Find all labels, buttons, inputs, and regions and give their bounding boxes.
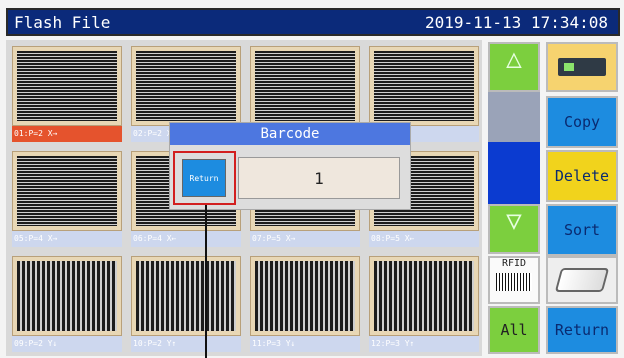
file-tile[interactable]: 09:P=2 Y↓ [12, 256, 122, 352]
file-tile[interactable]: 01:P=2 X→ [12, 46, 122, 142]
file-thumbnail[interactable] [12, 151, 122, 231]
sort-label: Sort [563, 221, 601, 239]
file-tile[interactable]: 05:P=4 X→ [12, 151, 122, 247]
return-label: Return [554, 321, 610, 339]
file-caption: 05:P=4 X→ [12, 231, 122, 247]
highlight-box [173, 151, 236, 205]
scroll-up-button[interactable]: △ [488, 42, 540, 92]
file-caption: 06:P=4 X← [131, 231, 241, 247]
usb-drive-button[interactable] [546, 42, 618, 92]
card-reader-icon [554, 268, 610, 292]
title-bar-inner: Flash File 2019-11-13 17:34:08 [6, 8, 620, 36]
window-title: Flash File [14, 13, 111, 32]
file-thumbnail[interactable] [12, 256, 122, 336]
barcode-icon [496, 273, 532, 291]
file-thumbnail[interactable] [12, 46, 122, 126]
stitch-pattern-preview [17, 51, 117, 121]
file-caption: 07:P=5 X→ [250, 231, 360, 247]
all-button[interactable]: All [488, 306, 540, 354]
title-bar: Flash File 2019-11-13 17:34:08 [0, 0, 624, 40]
return-button[interactable]: Return [546, 306, 618, 354]
triangle-down-icon: ▽ [506, 206, 522, 236]
delete-button[interactable]: Delete [546, 150, 618, 202]
stitch-pattern-preview [136, 51, 236, 121]
usb-drive-icon [558, 58, 606, 76]
datetime: 2019-11-13 17:34:08 [424, 13, 608, 32]
file-thumbnail[interactable] [369, 256, 479, 336]
copy-button[interactable]: Copy [546, 96, 618, 148]
delete-label: Delete [554, 167, 610, 185]
file-tile[interactable]: 10:P=2 Y↑ [131, 256, 241, 352]
file-caption: 10:P=2 Y↑ [131, 336, 241, 352]
file-thumbnail[interactable] [131, 256, 241, 336]
rfid-button[interactable]: RFID [488, 256, 540, 304]
barcode-value-field[interactable]: 1 [238, 157, 400, 199]
pointer-line [205, 205, 207, 358]
file-caption: 08:P=5 X← [369, 231, 479, 247]
stitch-pattern-preview [17, 156, 117, 226]
file-thumbnail[interactable] [131, 46, 241, 126]
scrollbar-track[interactable] [488, 92, 540, 204]
stitch-pattern-preview [17, 261, 117, 331]
file-thumbnail[interactable] [369, 46, 479, 126]
stitch-pattern-preview [255, 261, 355, 331]
card-reader-button[interactable] [546, 256, 618, 304]
stitch-pattern-preview [374, 261, 474, 331]
stitch-pattern-preview [374, 51, 474, 121]
stitch-pattern-preview [136, 261, 236, 331]
scroll-down-button[interactable]: ▽ [488, 204, 540, 254]
stitch-pattern-preview [255, 51, 355, 121]
sort-button[interactable]: Sort [546, 204, 618, 256]
file-thumbnail[interactable] [250, 256, 360, 336]
file-caption: 09:P=2 Y↓ [12, 336, 122, 352]
file-caption: 01:P=2 X→ [12, 126, 122, 142]
triangle-up-icon: △ [506, 44, 522, 74]
rfid-label: RFID [501, 258, 527, 269]
file-tile[interactable]: 11:P=3 Y↓ [250, 256, 360, 352]
file-caption: 12:P=3 Y↑ [369, 336, 479, 352]
dialog-title: Barcode [170, 123, 410, 145]
copy-label: Copy [563, 113, 601, 131]
file-tile[interactable]: 12:P=3 Y↑ [369, 256, 479, 352]
scrollbar-handle[interactable] [488, 92, 540, 142]
all-label: All [500, 321, 528, 339]
file-thumbnail[interactable] [250, 46, 360, 126]
file-caption: 11:P=3 Y↓ [250, 336, 360, 352]
